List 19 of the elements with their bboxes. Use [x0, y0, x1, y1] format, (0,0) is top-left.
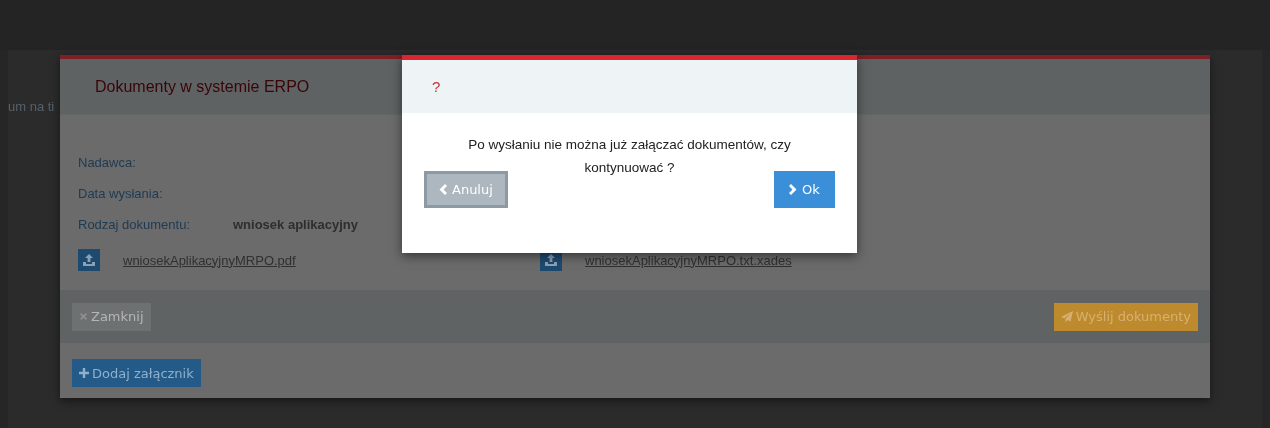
field-value: wniosek aplikacyjny	[233, 217, 358, 232]
field-label: Nadawca:	[78, 155, 137, 170]
plus-icon	[79, 368, 89, 378]
dialog-title: ?	[432, 78, 441, 95]
file-link[interactable]: wniosekAplikacyjnyMRPO.txt.xades	[585, 252, 792, 268]
chevron-right-icon	[789, 184, 798, 195]
paper-plane-icon	[1060, 310, 1073, 323]
send-button[interactable]: Wyślij dokumenty	[1053, 302, 1198, 331]
cancel-button[interactable]: Anuluj	[424, 171, 508, 208]
close-button[interactable]: Zamknij	[72, 302, 151, 331]
file-link[interactable]: wniosekAplikacyjnyMRPO.pdf	[123, 252, 296, 268]
close-icon	[79, 312, 88, 321]
ok-button[interactable]: Ok	[774, 171, 835, 208]
modal-title: Dokumenty w systemie ERPO	[95, 77, 310, 96]
field-label: Rodzaj dokumentu:	[78, 217, 191, 232]
page-text: um na ti	[8, 99, 55, 114]
chevron-left-icon	[439, 184, 447, 195]
field-label: Data wysłania:	[78, 186, 164, 201]
add-attachment-button[interactable]: Dodaj załącznik	[72, 359, 201, 387]
